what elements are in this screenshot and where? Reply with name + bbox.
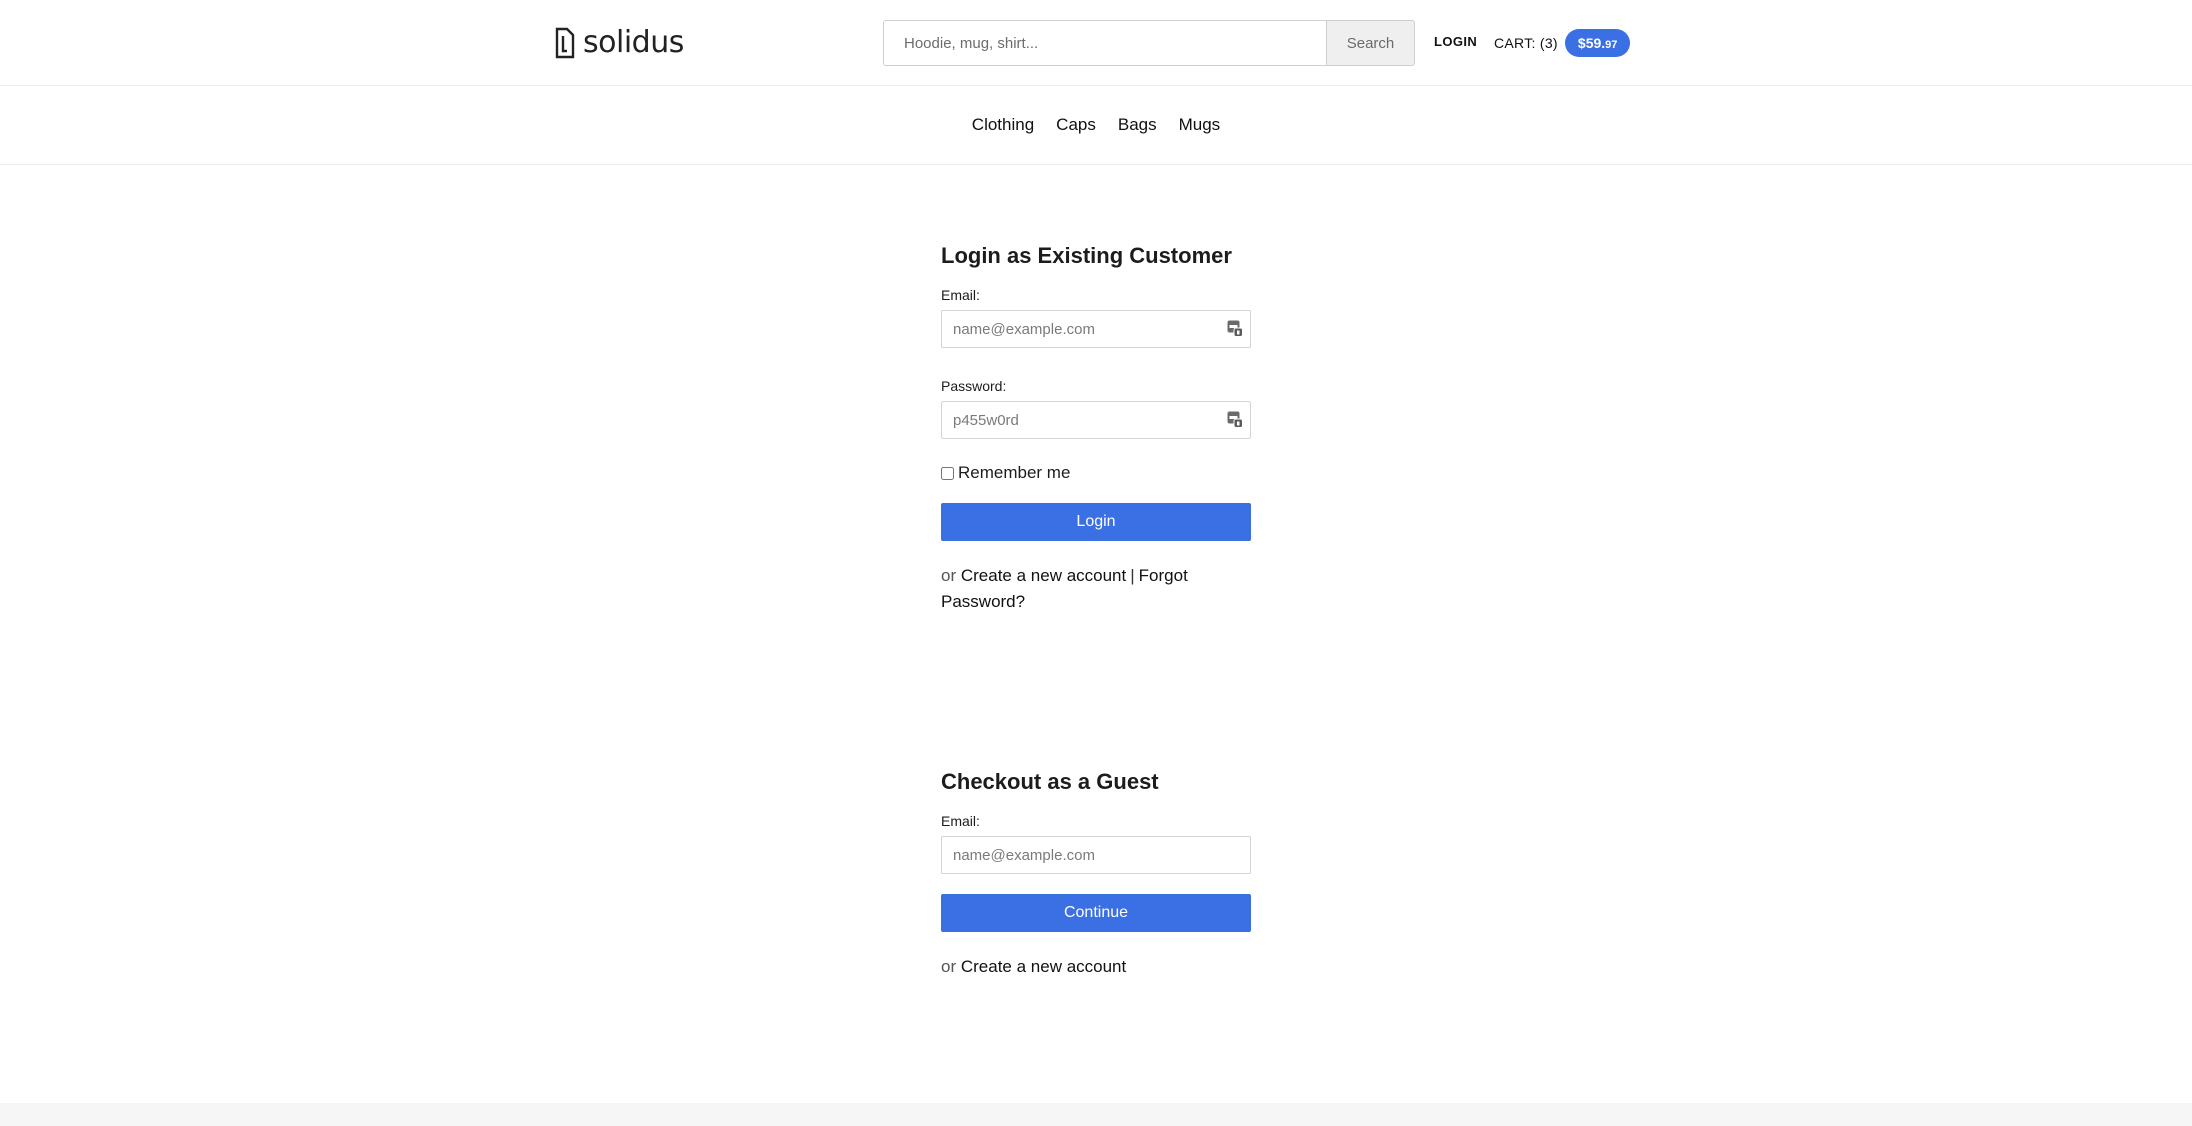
footer [0,1103,2192,1126]
guest-create-account-link[interactable]: Create a new account [961,957,1126,976]
solidus-logo-icon [555,27,575,59]
create-account-link[interactable]: Create a new account [961,566,1126,585]
category-clothing-link[interactable]: Clothing [972,115,1034,135]
category-nav: Clothing Caps Bags Mugs [0,86,2192,165]
search-button[interactable]: Search [1326,20,1415,66]
login-title: Login as Existing Customer [941,243,1232,268]
password-manager-icon[interactable] [1227,411,1243,428]
cart-count-label: CART: (3) [1494,35,1558,51]
cart-total-main: $59. [1577,35,1606,51]
login-links: or Create a new account | Forgot Password? [941,563,1251,615]
category-mugs-link[interactable]: Mugs [1179,115,1221,135]
login-links-prefix: or [941,566,957,585]
cart-link[interactable]: CART: (3) $59.97 [1494,29,1631,57]
guest-links-prefix: or [941,957,957,976]
guest-email-label: Email: [941,813,980,829]
category-caps-link[interactable]: Caps [1056,115,1096,135]
search-input[interactable] [883,20,1326,66]
brand-name: solidus [583,25,684,60]
links-separator: | [1130,566,1135,585]
guest-email-wrapper [941,836,1251,874]
site-header: solidus Search LOGIN CART: (3) $59.97 [0,0,2192,86]
login-email-label: Email: [941,287,980,303]
login-password-input[interactable] [941,401,1251,439]
guest-links: or Create a new account [941,954,1251,980]
guest-email-input[interactable] [941,836,1251,874]
login-email-input[interactable] [941,310,1251,348]
remember-me-checkbox[interactable] [941,466,954,480]
cart-total-badge: $59.97 [1564,29,1631,57]
login-password-wrapper [941,401,1251,439]
login-button[interactable]: Login [941,503,1251,541]
continue-button[interactable]: Continue [941,894,1251,932]
login-link[interactable]: LOGIN [1434,34,1477,49]
cart-total-cents: 97 [1605,39,1618,51]
guest-title: Checkout as a Guest [941,769,1159,794]
brand-logo[interactable]: solidus [555,26,684,60]
remember-me-row[interactable]: Remember me [941,463,1251,483]
login-email-wrapper [941,310,1251,348]
login-panel: Login as Existing Customer Email: Passwo… [941,243,1251,615]
remember-me-label: Remember me [958,463,1071,482]
login-password-label: Password: [941,378,1007,394]
search-form: Search [883,20,1415,66]
password-manager-icon[interactable] [1227,320,1243,337]
category-bags-link[interactable]: Bags [1118,115,1157,135]
guest-checkout-panel: Checkout as a Guest Email: Continue or C… [941,769,1251,980]
